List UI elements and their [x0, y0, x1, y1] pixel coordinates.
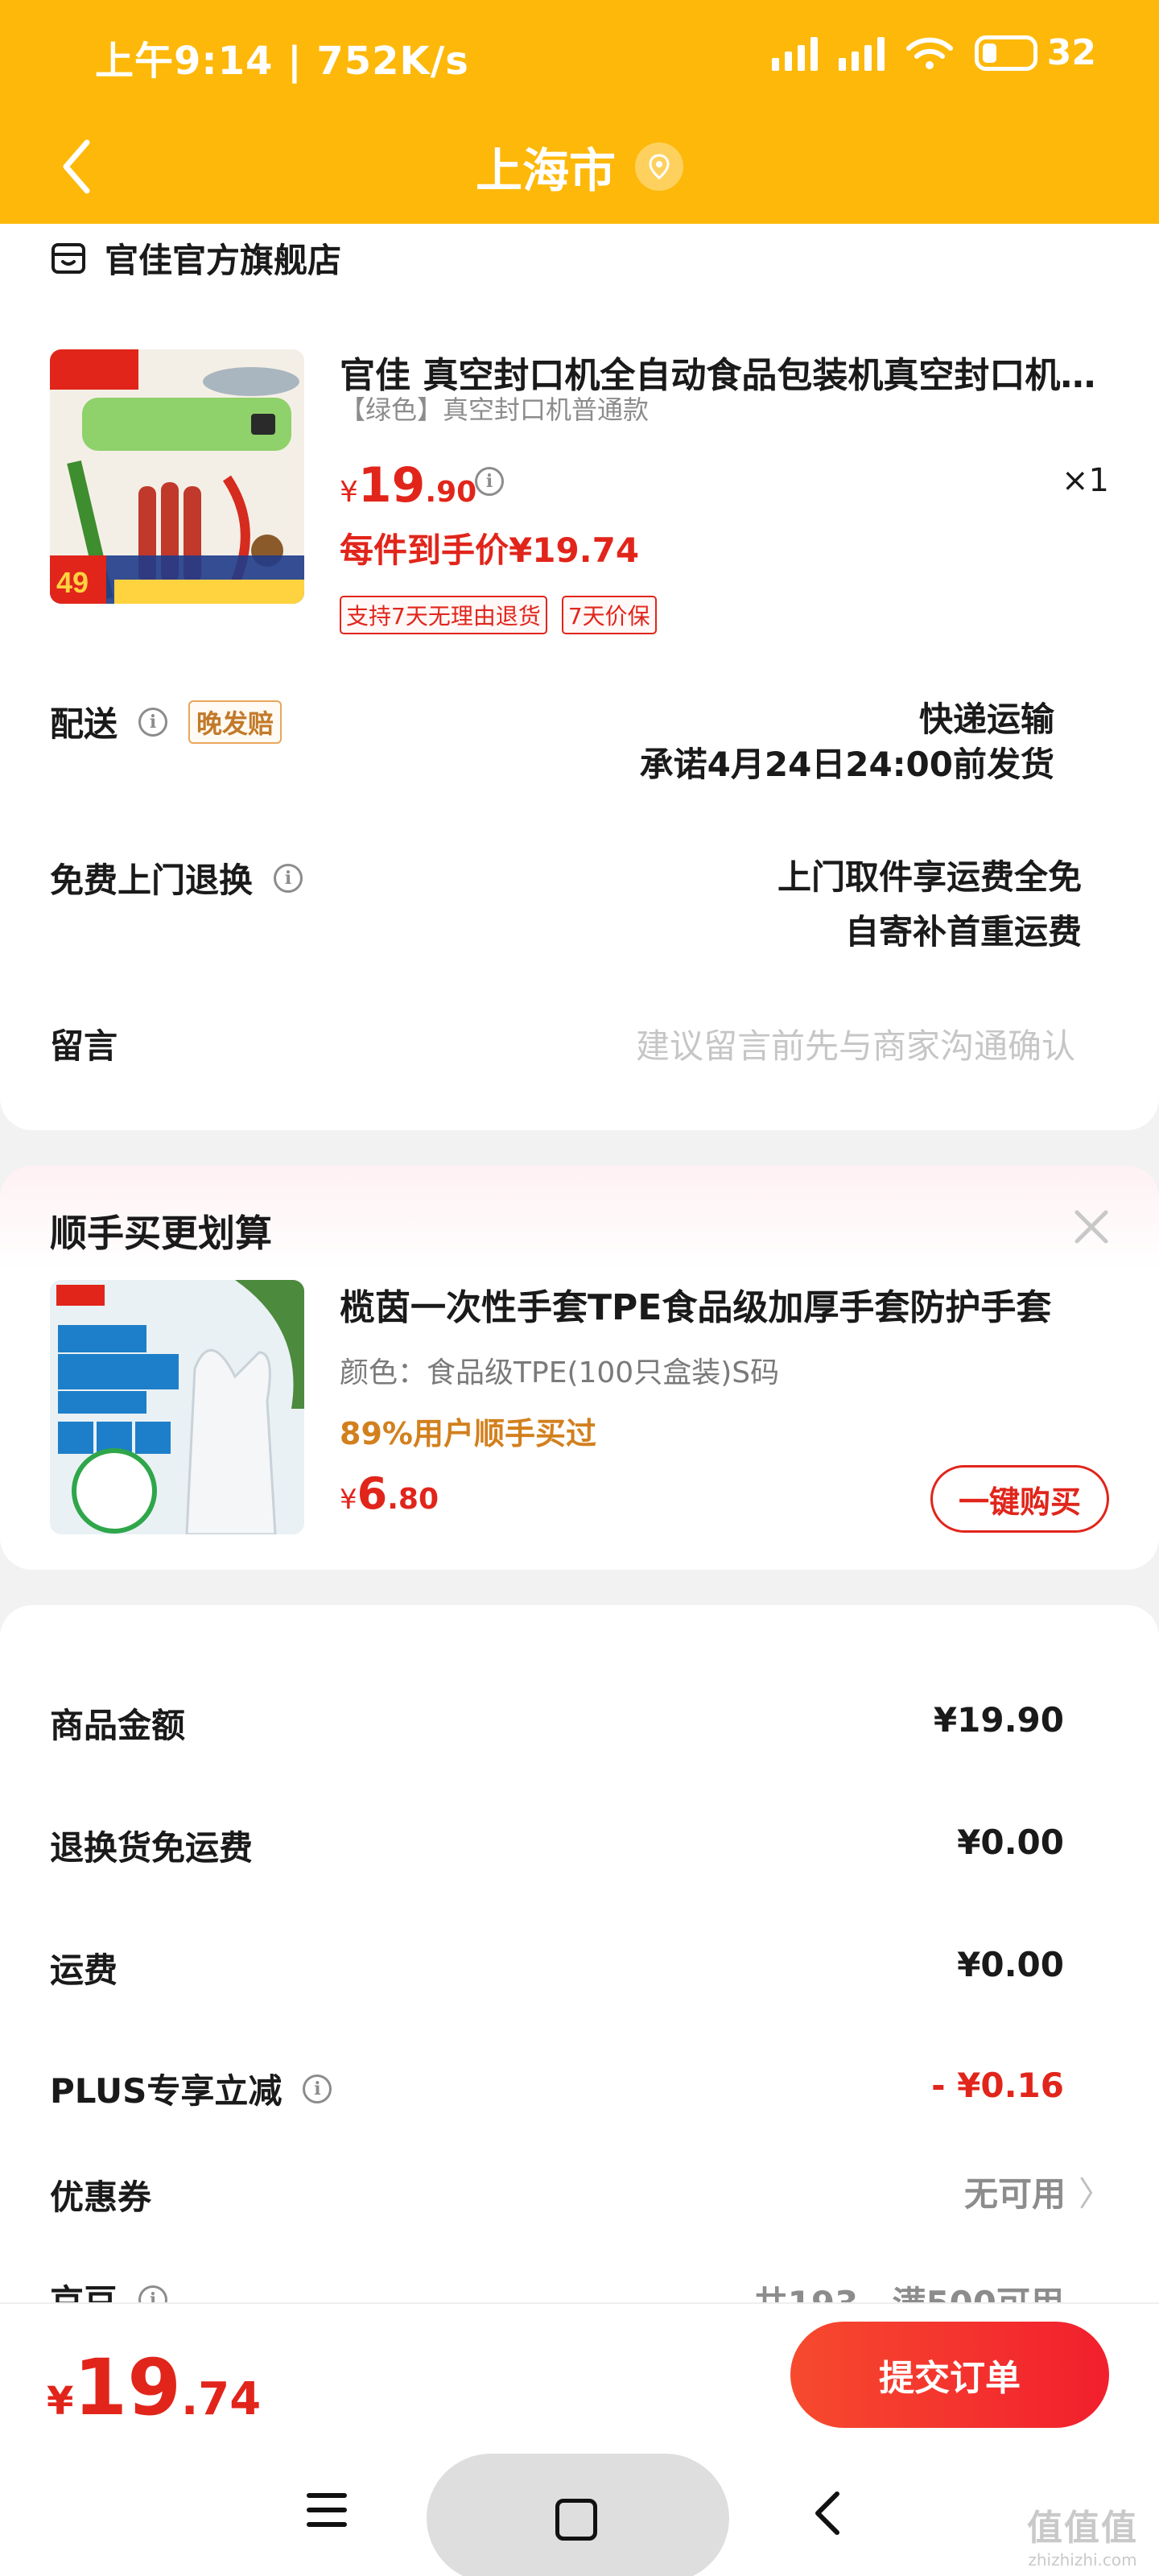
free-return-line2: 自寄补首重运费 — [844, 912, 1082, 952]
plus-info-icon[interactable]: i — [303, 2074, 332, 2103]
status-time: 上午9:14 | 752K/s — [95, 39, 469, 84]
summary-row-coupon[interactable]: 优惠券 — [50, 2170, 151, 2219]
return-tag: 支持7天无理由退货 — [340, 596, 547, 634]
addon-product-spec: 颜色：食品级TPE(100只盒装)S码 — [340, 1356, 780, 1389]
addon-price-currency: ¥ — [340, 1484, 357, 1516]
return-shipping-value: ¥0.00 — [957, 1823, 1064, 1862]
home-icon[interactable] — [555, 2499, 597, 2541]
addon-price-decimal: .80 — [387, 1483, 439, 1516]
free-return-label: 免费上门退换 — [50, 861, 254, 900]
shipping-label: 运费 — [50, 1951, 118, 1990]
return-shipping-label: 退换货免运费 — [50, 1828, 254, 1868]
free-return-info: 上门取件享运费全免 自寄补首重运费 — [777, 850, 1082, 960]
addon-card: 顺手买更划算 榄茵一次性手套TPE食品级加厚手套防护手套 颜色：食品级TPE(1… — [0, 1166, 1159, 1570]
delivery-label: 配送 — [50, 704, 118, 744]
watermark-url: zhizhizhi.com — [1028, 2550, 1137, 2570]
location-pin-icon — [635, 142, 683, 191]
addon-bought-rate: 89%用户顺手买过 — [340, 1416, 596, 1451]
plus-discount-label: PLUS专享立减 — [50, 2071, 283, 2111]
delivery-info[interactable]: 快递运输 承诺4月24日24:00前发货 — [640, 697, 1054, 787]
addon-title: 顺手买更划算 — [50, 1212, 272, 1255]
delivery-method: 快递运输 — [918, 700, 1054, 739]
city-name: 上海市 — [475, 143, 616, 198]
coupon-label: 优惠券 — [50, 2178, 152, 2217]
chevron-right-icon: 〉 — [1078, 2174, 1112, 2214]
svg-text:49: 49 — [56, 566, 89, 599]
goods-amount-value: ¥19.90 — [933, 1700, 1064, 1740]
nav-bar: 上海市 — [0, 109, 1159, 224]
total-currency: ¥ — [47, 2379, 74, 2424]
message-row: 留言 — [50, 1019, 118, 1068]
price-summary-card: 商品金额 ¥19.90 退换货免运费 ¥0.00 运费 ¥0.00 PLUS专享… — [0, 1605, 1159, 2330]
free-return-line1: 上门取件享运费全免 — [777, 857, 1082, 897]
product-spec[interactable]: 【绿色】真空封口机普通款 — [340, 390, 649, 427]
shipping-value: ¥0.00 — [957, 1945, 1064, 1984]
price-info-icon[interactable]: i — [475, 467, 504, 496]
price-currency: ¥ — [340, 476, 358, 509]
delivery-info-icon[interactable]: i — [138, 707, 168, 737]
coupon-status: 无可用 — [963, 2174, 1066, 2214]
addon-product-title[interactable]: 榄茵一次性手套TPE食品级加厚手套防护手套 — [340, 1278, 1080, 1330]
free-return-info-icon[interactable]: i — [274, 863, 303, 893]
plus-discount-value: - ¥0.16 — [931, 2066, 1064, 2105]
total-integer: 19 — [73, 2343, 181, 2433]
message-label: 留言 — [50, 1026, 118, 1066]
store-name: 官佳官方旗舰店 — [105, 241, 342, 280]
wifi-icon — [905, 37, 953, 69]
price-decimal: .90 — [425, 476, 477, 509]
price-integer: 19 — [357, 457, 426, 514]
late-compensation-tag: 晚发赔 — [188, 700, 283, 744]
addon-price: ¥ 6 .80 — [340, 1468, 439, 1519]
battery-icon: 32 — [974, 32, 1096, 73]
goods-amount-label: 商品金额 — [50, 1706, 186, 1745]
service-tags: 支持7天无理由退货 7天价保 — [340, 596, 657, 634]
addon-price-integer: 6 — [357, 1468, 388, 1519]
store-icon — [52, 242, 85, 274]
checkout-bar: ¥ 19 .74 提交订单 值值值 zhizhizhi.com — [0, 2302, 1159, 2576]
city-selector[interactable]: 上海市 — [0, 133, 1159, 200]
order-card: 官佳官方旗舰店 49 官佳 真空封口机全自动食品包装机真空封口机家用小型 【绿色… — [0, 224, 1159, 1130]
final-price: 每件到手价¥19.74 — [340, 530, 640, 570]
delivery-row[interactable]: 配送 i 晚发赔 — [50, 697, 283, 746]
free-return-row[interactable]: 免费上门退换 i — [50, 853, 303, 902]
price-protect-tag: 7天价保 — [561, 596, 657, 634]
message-input[interactable]: 建议留言前先与商家沟通确认 — [636, 1019, 1075, 1068]
menu-icon[interactable] — [306, 2489, 348, 2531]
total-decimal: .74 — [181, 2373, 262, 2425]
status-icons: 32 — [771, 32, 1096, 73]
watermark: 值值值 zhizhizhi.com — [1027, 2499, 1138, 2570]
summary-row-goods: 商品金额 — [50, 1699, 185, 1748]
product-price: ¥ 19 .90 — [340, 457, 476, 514]
one-click-buy-button[interactable]: 一键购买 — [930, 1465, 1109, 1533]
watermark-logo: 值值值 — [1027, 2508, 1138, 2549]
summary-row-shipping: 运费 — [50, 1943, 118, 1992]
system-back-icon[interactable] — [808, 2489, 848, 2537]
addon-product-image[interactable] — [50, 1280, 304, 1534]
header-bar: 上午9:14 | 752K/s 32 上海市 — [0, 0, 1159, 224]
coupon-value[interactable]: 无可用〉 — [964, 2167, 1112, 2216]
total-price: ¥ 19 .74 — [47, 2343, 261, 2433]
delivery-promise: 承诺4月24日24:00前发货 — [639, 745, 1054, 784]
battery-percent: 32 — [1046, 32, 1096, 73]
product-quantity: ×1 — [1062, 462, 1109, 499]
status-bar: 上午9:14 | 752K/s 32 — [0, 0, 1159, 109]
submit-order-button[interactable]: 提交订单 — [790, 2322, 1109, 2428]
store-header[interactable]: 官佳官方旗舰店 — [50, 233, 341, 283]
summary-row-return-shipping: 退换货免运费 — [50, 1821, 253, 1870]
close-icon[interactable] — [1070, 1206, 1112, 1248]
signal-icon — [771, 35, 818, 71]
system-nav-bar — [0, 2441, 1159, 2576]
product-image[interactable]: 49 — [50, 349, 304, 604]
summary-row-plus[interactable]: PLUS专享立减 i — [50, 2064, 332, 2113]
signal-icon — [838, 35, 885, 71]
